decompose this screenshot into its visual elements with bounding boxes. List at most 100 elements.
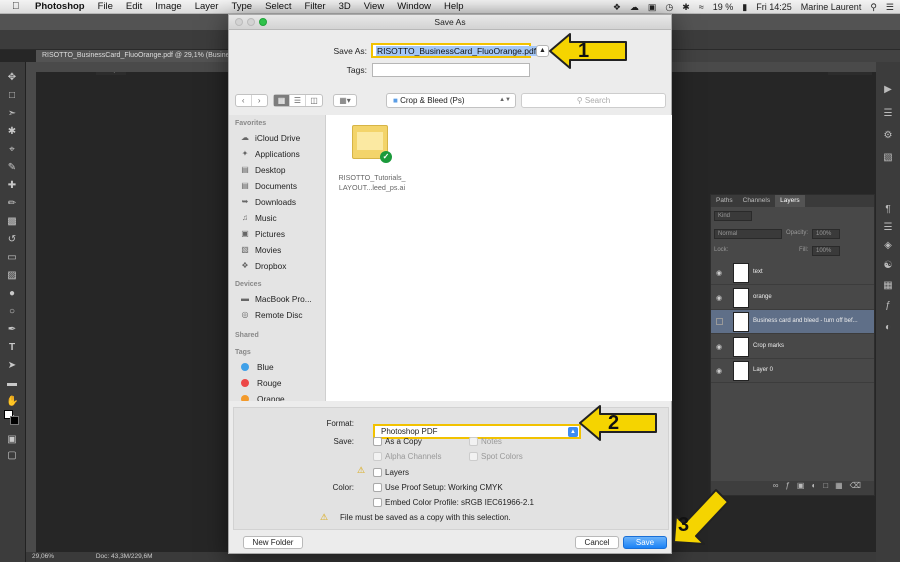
pen-tool-icon[interactable]: ✒ (6, 324, 18, 336)
sidebar-item-desktop[interactable]: ▤ Desktop (239, 164, 285, 176)
adjustments-icon[interactable]: ☰ (882, 108, 894, 120)
menu-help[interactable]: Help (444, 1, 464, 12)
sidebar-tag-orange[interactable]: Orange (239, 393, 285, 401)
healing-brush-icon[interactable]: ✚ (6, 180, 18, 192)
sidebar-item-remote-disc[interactable]: ◎ Remote Disc (239, 309, 303, 321)
eye-icon[interactable]: ◉ (716, 367, 722, 375)
eye-icon[interactable]: ◉ (716, 343, 722, 351)
play-icon[interactable]: ▶ (882, 84, 894, 96)
arrange-button[interactable]: ▦▾ (333, 94, 357, 107)
menu-file[interactable]: File (98, 1, 113, 12)
spot-colors-checkbox[interactable] (469, 452, 478, 461)
user-name[interactable]: Marine Laurent (801, 2, 862, 12)
sidebar-item-downloads[interactable]: ➥ Downloads (239, 196, 296, 208)
move-tool-icon[interactable]: ✥ (6, 72, 18, 84)
sidebar-tag-rouge[interactable]: Rouge (239, 377, 281, 389)
tab-paths[interactable]: Paths (711, 195, 738, 207)
menu-image[interactable]: Image (155, 1, 181, 12)
tab-layers[interactable]: Layers (775, 195, 805, 207)
battery-icon[interactable]: ▮ (742, 2, 747, 13)
eye-icon[interactable]: ◉ (716, 294, 722, 302)
menu-type[interactable]: Type (231, 1, 252, 12)
layer-kind-filter[interactable]: Kind (714, 211, 752, 221)
filename-field[interactable]: RISOTTO_BusinessCard_FluoOrange.pdf (371, 43, 538, 58)
eraser-icon[interactable]: ▭ (6, 252, 18, 264)
new-folder-button[interactable]: New Folder (243, 536, 303, 549)
paragraph-icon[interactable]: ¶ (882, 204, 894, 216)
sidebar-item-music[interactable]: ♫ Music (239, 212, 277, 224)
sidebar-item-documents[interactable]: ▤ Documents (239, 180, 297, 192)
list-view-button[interactable]: ☰ (290, 95, 306, 106)
alpha-channels-checkbox[interactable] (373, 452, 382, 461)
background-color-swatch[interactable] (10, 416, 19, 425)
blend-mode-select[interactable]: Normal (714, 229, 782, 239)
battery-text[interactable]: 19 % (713, 2, 734, 12)
sidebar-item-applications[interactable]: ✦ Applications (239, 148, 300, 160)
crop-tool-icon[interactable]: ⌖ (6, 144, 18, 156)
cancel-button[interactable]: Cancel (575, 536, 619, 549)
type-tool-icon[interactable]: T (6, 342, 18, 354)
as-a-copy-checkbox[interactable] (373, 437, 382, 446)
spotlight-icon[interactable]: ⚲ (870, 2, 877, 13)
properties-icon[interactable]: ⚙ (882, 130, 894, 142)
layer-row[interactable]: ◉ text (711, 261, 874, 285)
sidebar-item-icloud[interactable]: ☁ iCloud Drive (239, 132, 300, 144)
zoom-level[interactable]: 29,06% (32, 553, 54, 560)
proof-setup-checkbox[interactable] (373, 483, 382, 492)
menu-select[interactable]: Select (265, 1, 291, 12)
apple-menu-icon[interactable]:  (12, 1, 26, 12)
history-brush-icon[interactable]: ↺ (6, 234, 18, 246)
gradient-tool-icon[interactable]: ▨ (6, 270, 18, 282)
menu-filter[interactable]: Filter (304, 1, 325, 12)
layer-row[interactable]: ◉ orange (711, 286, 874, 310)
menu-3d[interactable]: 3D (339, 1, 351, 12)
menu-view[interactable]: View (364, 1, 384, 12)
layers-icon[interactable]: ☰ (882, 222, 894, 234)
sidebar-item-dropbox[interactable]: ❖ Dropbox (239, 260, 286, 272)
back-button[interactable]: ‹ (236, 95, 252, 106)
eye-icon[interactable]: ◉ (716, 269, 722, 277)
lasso-tool-icon[interactable]: ➣ (6, 108, 18, 120)
embed-profile-checkbox[interactable] (373, 498, 382, 507)
creative-cloud-icon[interactable]: ☁ (630, 2, 639, 13)
hand-tool-icon[interactable]: ✋ (6, 396, 18, 408)
timemachine-icon[interactable]: ◷ (665, 2, 673, 13)
location-popup[interactable]: ■ Crop & Bleed (Ps) ▲▼ (386, 93, 516, 108)
close-button[interactable] (235, 18, 243, 26)
eye-hidden-icon[interactable] (716, 318, 723, 325)
swatches-icon[interactable]: ▦ (882, 280, 894, 292)
document-tab[interactable]: RISOTTO_BusinessCard_FluoOrange.pdf @ 29… (36, 50, 240, 62)
wifi-icon[interactable]: ≈ (699, 2, 704, 12)
tab-channels[interactable]: Channels (738, 195, 775, 207)
layers-footer-icons[interactable]: ∞ƒ▣◐□▦⌫ (711, 481, 874, 495)
notification-icon[interactable]: ☰ (886, 2, 894, 13)
menu-window[interactable]: Window (397, 1, 431, 12)
blur-tool-icon[interactable]: ● (6, 288, 18, 300)
stamp-tool-icon[interactable]: ▩ (6, 216, 18, 228)
quick-mask-icon[interactable]: ▣ (6, 434, 18, 446)
layer-row[interactable]: Business card and bleed - turn off bef..… (711, 310, 874, 334)
forward-button[interactable]: › (252, 95, 267, 106)
sidebar-tag-blue[interactable]: Blue (239, 361, 274, 373)
zoom-button[interactable] (259, 18, 267, 26)
file-item[interactable]: ✓ RISOTTO_Tutorials_ LAYOUT...leed_ps.ai (336, 125, 408, 195)
notes-checkbox[interactable] (469, 437, 478, 446)
icon-view-button[interactable]: ▦ (274, 95, 290, 106)
magic-wand-icon[interactable]: ✱ (6, 126, 18, 138)
layer-row[interactable]: ◉ Layer 0 (711, 359, 874, 383)
sidebar-item-pictures[interactable]: ▣ Pictures (239, 228, 285, 240)
layer-row[interactable]: ◉ Crop marks (711, 335, 874, 359)
opacity-input[interactable]: 100% (812, 229, 840, 239)
fill-input[interactable]: 100% (812, 246, 840, 256)
channels-icon[interactable]: ☯ (882, 260, 894, 272)
menu-edit[interactable]: Edit (126, 1, 142, 12)
column-view-button[interactable]: ◫ (306, 95, 322, 106)
save-button[interactable]: Save (623, 536, 667, 549)
sidebar-item-macbook[interactable]: ▬ MacBook Pro... (239, 293, 312, 305)
layers-checkbox[interactable] (373, 468, 382, 477)
clock[interactable]: Fri 14:25 (756, 2, 792, 12)
color-icon[interactable]: ◐ (882, 322, 894, 334)
dropbox-icon[interactable]: ❖ (613, 2, 621, 13)
menu-layer[interactable]: Layer (195, 1, 219, 12)
styles-icon[interactable]: ƒ (882, 300, 894, 312)
